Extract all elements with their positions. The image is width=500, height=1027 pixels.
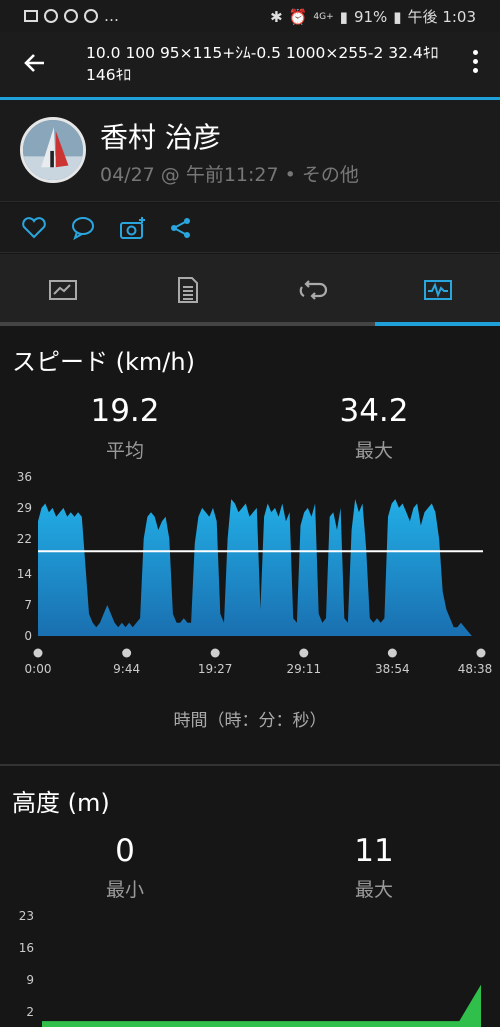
altitude-max-value: 11 (354, 833, 394, 869)
section-divider (0, 764, 500, 766)
altitude-y-tick-label: 23 (18, 909, 34, 923)
altitude-min-value: 0 (115, 833, 135, 869)
altitude-max-label: 最大 (354, 879, 393, 901)
altitude-y-tick-label: 2 (26, 1005, 34, 1019)
altitude-min-label: 最小 (105, 879, 144, 901)
speed-series-area (38, 499, 472, 636)
speed-x-tick-dot (122, 648, 132, 658)
speed-x-tick-dot (299, 648, 309, 658)
speed-x-tick-dot (210, 648, 220, 658)
speed-x-axis-title: 時間（時：分：秒） (173, 711, 327, 731)
altitude-section-title: 高度 (m) (12, 789, 110, 817)
speed-x-tick-dot (387, 648, 397, 658)
speed-x-tick-dot (476, 648, 486, 658)
altitude-y-tick-label: 16 (18, 941, 34, 955)
altitude-y-tick-label: 9 (26, 973, 34, 987)
altitude-series-area (42, 984, 481, 1027)
speed-chart[interactable] (0, 0, 500, 700)
speed-x-tick-dot (33, 648, 43, 658)
